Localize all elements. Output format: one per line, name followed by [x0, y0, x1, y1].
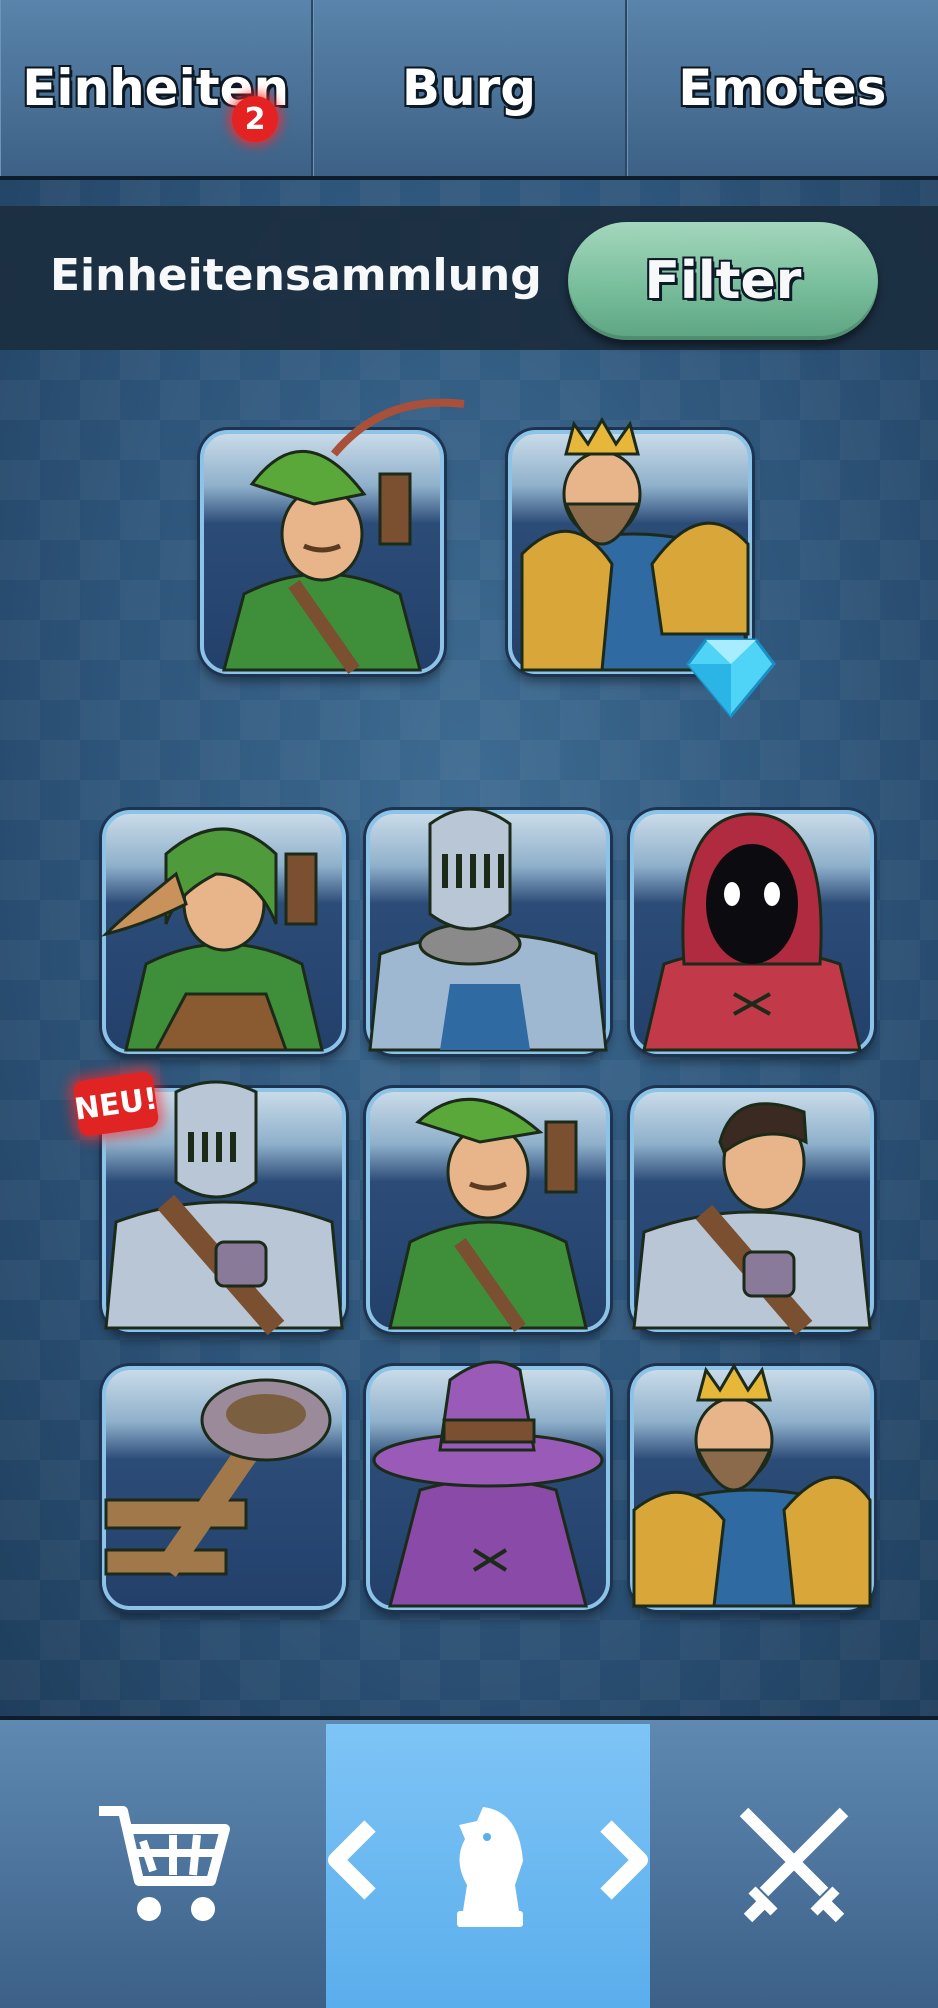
unit-card-hooded-mage[interactable] — [630, 810, 874, 1054]
tab-burg[interactable]: Burg — [313, 0, 627, 176]
filter-button[interactable]: Filter — [568, 222, 878, 340]
notification-badge: 2 — [232, 96, 278, 142]
archer-portrait-icon — [388, 1097, 588, 1333]
collection-title: Einheitensammlung — [50, 250, 542, 301]
bottom-nav-bar — [0, 1716, 938, 2008]
king-portrait-icon — [632, 1363, 872, 1608]
nav-units[interactable] — [326, 1724, 650, 2008]
tab-einheiten[interactable]: Einheiten 2 — [0, 0, 314, 176]
tab-label: Burg — [401, 59, 537, 117]
nav-battle[interactable] — [650, 1724, 938, 2008]
collection-header: Einheitensammlung Filter — [0, 206, 938, 350]
unit-card-knight[interactable] — [366, 807, 610, 1054]
knight-chess-icon — [457, 1807, 523, 1927]
soldier-portrait-icon — [632, 1102, 872, 1336]
cart-icon — [99, 1806, 230, 1921]
archer-portrait-icon — [222, 398, 465, 675]
witch-portrait-icon — [372, 1360, 604, 1608]
unit-card-archer-2[interactable] — [366, 1088, 610, 1333]
nav-shop[interactable] — [0, 1724, 326, 2008]
tab-emotes[interactable]: Emotes — [627, 0, 938, 176]
chevron-right-icon[interactable] — [594, 1820, 650, 1900]
tab-label: Emotes — [678, 59, 887, 117]
hooded-mage-portrait-icon — [642, 812, 862, 1052]
unit-card-witch[interactable] — [366, 1360, 610, 1610]
unit-card-soldier[interactable] — [630, 1088, 874, 1336]
unit-card-catapult[interactable] — [102, 1366, 346, 1610]
knight-portrait-icon — [368, 807, 608, 1052]
unit-card-king-2[interactable] — [630, 1363, 874, 1610]
top-tab-bar: Einheiten 2 Burg Emotes — [0, 0, 938, 180]
unit-card-archer[interactable] — [200, 398, 465, 675]
crossed-swords-icon — [739, 1807, 849, 1923]
unit-card-elf-archer[interactable] — [101, 810, 346, 1054]
catapult-portrait-icon — [104, 1378, 332, 1577]
diamond-icon — [686, 638, 776, 719]
new-unit-tag: NEU! — [72, 1070, 160, 1138]
elf-archer-portrait-icon — [101, 827, 324, 1052]
chevron-left-icon[interactable] — [326, 1820, 382, 1900]
